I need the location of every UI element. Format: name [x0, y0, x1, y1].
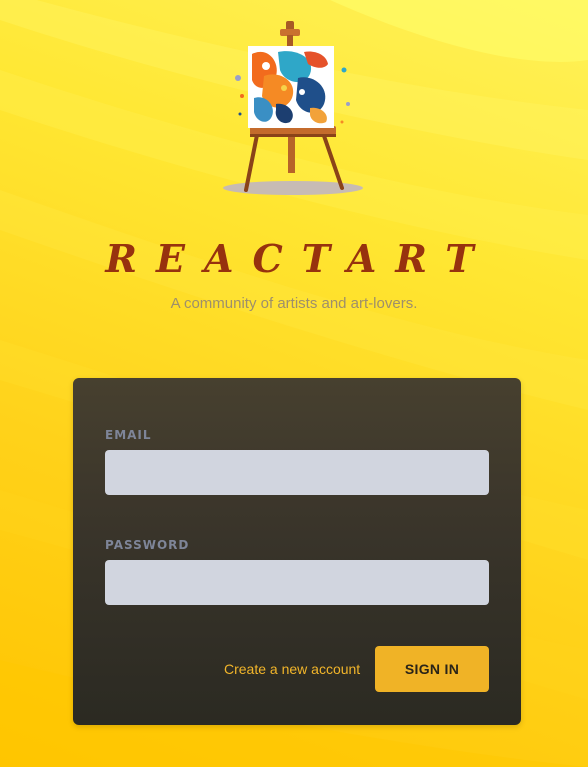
email-field[interactable]: [105, 450, 489, 495]
password-field[interactable]: [105, 560, 489, 605]
sign-in-button[interactable]: SIGN IN: [375, 646, 489, 692]
tagline: A community of artists and art-lovers.: [170, 295, 418, 312]
create-account-link[interactable]: Create a new account: [224, 661, 360, 677]
sign-in-card: EMAIL PASSWORD Create a new account SIGN…: [73, 378, 521, 725]
easel-painting-icon: [223, 21, 363, 195]
password-label: PASSWORD: [105, 538, 190, 552]
brand-title: REACTART: [105, 236, 493, 281]
email-label: EMAIL: [105, 428, 152, 442]
